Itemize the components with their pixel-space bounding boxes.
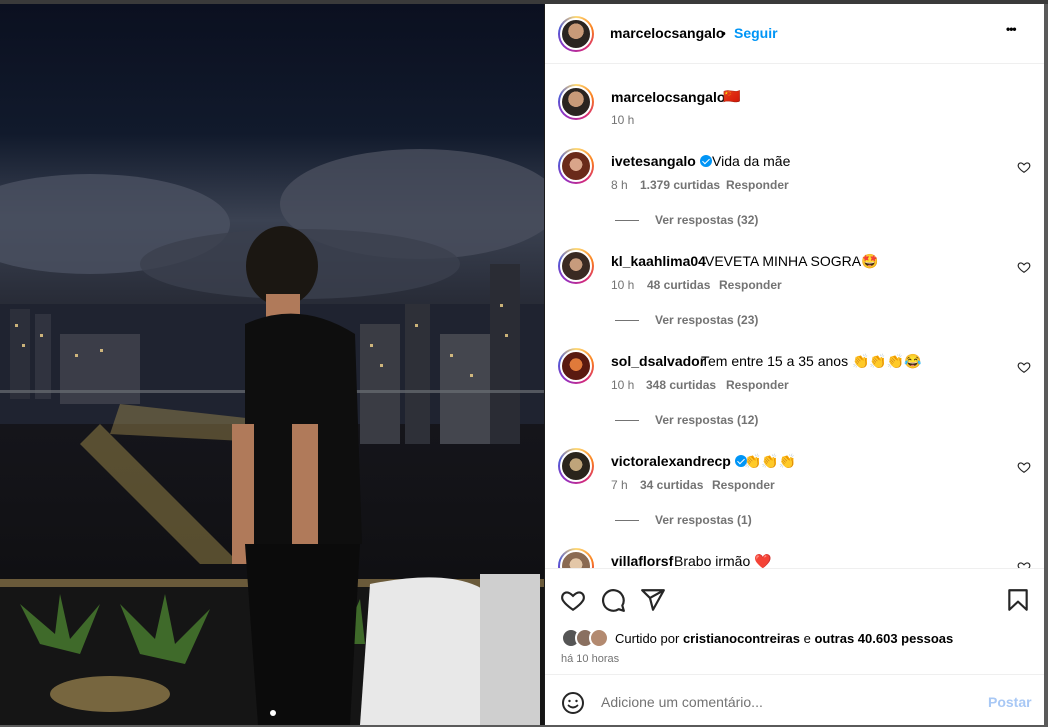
like-heart-icon[interactable] (560, 587, 586, 613)
other-likers-link[interactable]: outras 40.603 pessoas (814, 631, 953, 646)
more-options-icon[interactable]: ••• (1006, 22, 1017, 36)
liker-avatars[interactable] (561, 628, 613, 648)
comment-time[interactable]: 10 h (611, 278, 634, 292)
comment-text: Tem entre 15 a 35 anos 👏👏👏😂 (701, 353, 922, 369)
verified-badge-icon (699, 155, 712, 167)
reply-button[interactable]: Responder (712, 478, 775, 492)
post-photo[interactable] (0, 4, 544, 725)
night-city-photo (0, 149, 544, 725)
view-replies-button[interactable]: Ver respostas (32) (615, 213, 758, 227)
view-replies-button[interactable]: Ver respostas (12) (615, 413, 758, 427)
liker-username[interactable]: cristianocontreiras (683, 631, 800, 646)
comment-text: 👏👏👏 (744, 453, 797, 469)
post-side-panel: marcelocsangalo • Seguir ••• marcelocsan… (545, 4, 1044, 725)
comment-username[interactable]: sol_dsalvador (611, 353, 705, 369)
comment-text: Brabo irmão ❤️ (674, 553, 772, 568)
comment-partial: villaflorsf Brabo irmão ❤️ (545, 544, 1044, 568)
reply-button[interactable]: Responder (726, 178, 789, 192)
heart-icon[interactable] (1017, 160, 1031, 174)
comment-avatar[interactable] (558, 448, 594, 484)
comment-time[interactable]: 8 h (611, 178, 628, 192)
comment-time[interactable]: 7 h (611, 478, 628, 492)
caption-time[interactable]: 10 h (611, 113, 634, 127)
share-paper-plane-icon[interactable] (640, 587, 666, 613)
reply-button[interactable]: Responder (719, 278, 782, 292)
comment-likes[interactable]: 348 curtidas (646, 378, 716, 392)
carousel-dot (270, 710, 276, 716)
comment-avatar[interactable] (558, 548, 594, 568)
comment-text: VEVETA MINHA SOGRA🤩 (705, 253, 879, 269)
comment-username[interactable]: ivetesangalo (611, 153, 712, 169)
comment-avatar[interactable] (558, 248, 594, 284)
comment-likes[interactable]: 1.379 curtidas (640, 178, 720, 192)
smiley-icon[interactable] (561, 691, 585, 715)
reply-button[interactable]: Responder (726, 378, 789, 392)
heart-icon[interactable] (1017, 260, 1031, 274)
liked-by-text: Curtido por cristianocontreiras e outras… (615, 631, 954, 646)
comment-input[interactable]: Adicione um comentário... (601, 694, 763, 710)
follow-button[interactable]: Seguir (734, 25, 778, 41)
liker-avatar (589, 628, 609, 648)
comment-username[interactable]: villaflorsf (611, 553, 673, 568)
comment-avatar[interactable] (558, 148, 594, 184)
heart-icon[interactable] (1017, 360, 1031, 374)
post-comment-button[interactable]: Postar (988, 694, 1032, 710)
comment-likes[interactable]: 48 curtidas (647, 278, 710, 292)
comment-username[interactable]: victoralexandrecp (611, 453, 747, 469)
header-separator: • (721, 25, 726, 41)
comment-text: Vida da mãe (712, 153, 791, 169)
caption-username[interactable]: marcelocsangalo (611, 89, 725, 105)
comment-time[interactable]: 10 h (611, 378, 634, 392)
view-replies-button[interactable]: Ver respostas (23) (615, 313, 758, 327)
author-username[interactable]: marcelocsangalo (610, 25, 724, 41)
add-comment-bar: Adicione um comentário... Postar (545, 674, 1044, 726)
window-right-edge (1044, 4, 1048, 725)
save-bookmark-icon[interactable] (1005, 587, 1031, 613)
heart-icon[interactable] (1017, 560, 1031, 568)
view-replies-button[interactable]: Ver respostas (1) (615, 513, 752, 527)
comment-username[interactable]: kl_kaahlima04 (611, 253, 706, 269)
post-header: marcelocsangalo • Seguir ••• (545, 4, 1044, 64)
author-avatar[interactable] (558, 16, 594, 52)
comment-avatar[interactable] (558, 348, 594, 384)
caption-flag-emoji: 🇨🇳 (723, 88, 741, 104)
comment-bubble-icon[interactable] (600, 587, 626, 613)
post-time-ago[interactable]: há 10 horas (561, 653, 619, 665)
heart-icon[interactable] (1017, 460, 1031, 474)
comment-likes[interactable]: 34 curtidas (640, 478, 703, 492)
caption-avatar[interactable] (558, 84, 594, 120)
